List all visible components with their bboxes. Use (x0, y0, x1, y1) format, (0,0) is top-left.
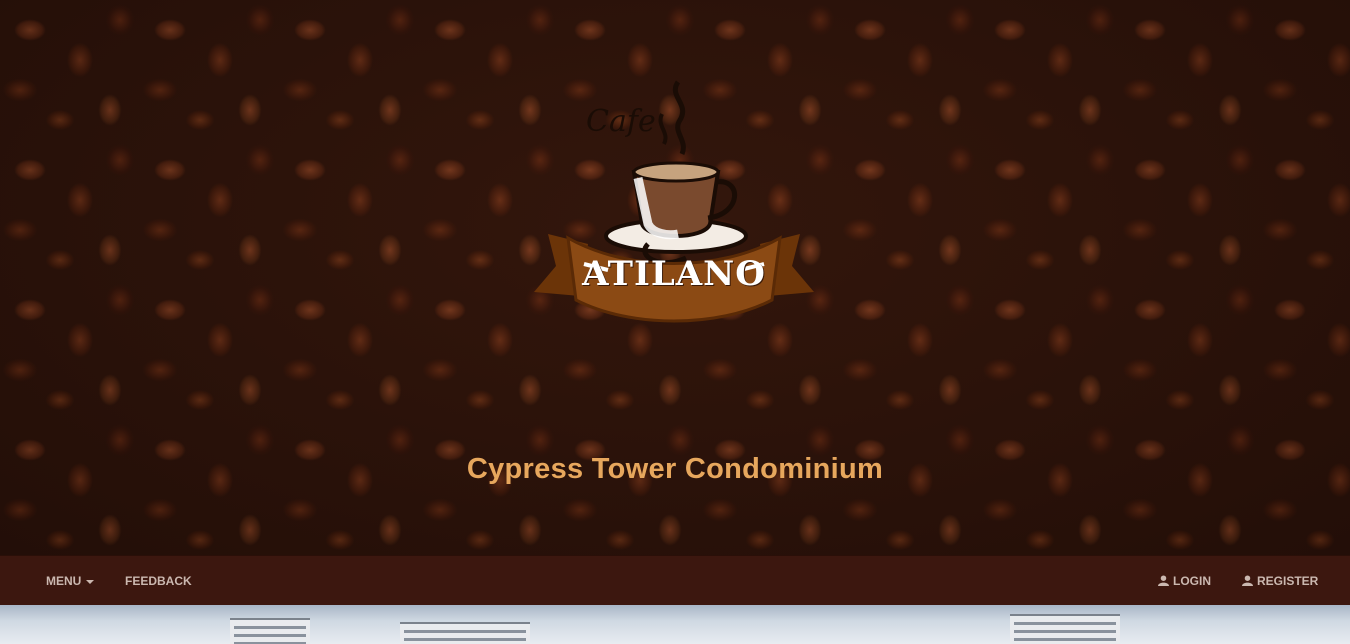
main-navbar: MENU FEEDBACK LOGIN REGISTER (0, 555, 1350, 605)
cafe-logo: Cafe ATILANO (528, 74, 820, 330)
nav-register-label: REGISTER (1257, 574, 1319, 588)
nav-menu-label: MENU (46, 574, 82, 588)
nav-login-link[interactable]: LOGIN (1158, 574, 1211, 588)
user-icon (1158, 575, 1169, 586)
nav-register-link[interactable]: REGISTER (1242, 574, 1318, 588)
building-shape (230, 618, 310, 644)
nav-menu-dropdown[interactable]: MENU (46, 574, 95, 588)
user-icon (1242, 575, 1253, 586)
building-shape (1010, 614, 1120, 644)
logo-brand-name: ATILANO (582, 254, 766, 294)
location-subtitle: Cypress Tower Condominium (466, 453, 884, 485)
nav-login-label: LOGIN (1173, 574, 1211, 588)
hero-banner: Cafe ATILANO Cypress Tower Condominium (0, 0, 1350, 555)
nav-feedback-label: FEEDBACK (125, 574, 192, 588)
logo-script-text: Cafe (586, 104, 656, 139)
building-image-strip (0, 605, 1350, 644)
chevron-down-icon (86, 579, 95, 584)
building-shape (400, 622, 530, 644)
nav-feedback-link[interactable]: FEEDBACK (125, 574, 192, 588)
